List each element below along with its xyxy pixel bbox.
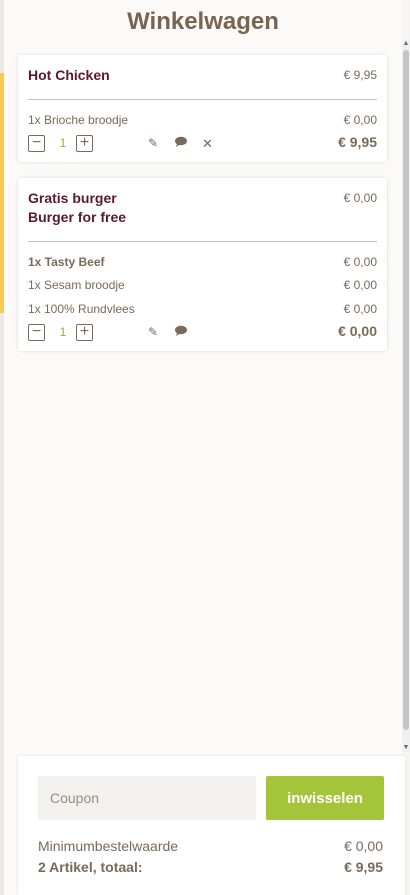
minimum-order-row: Minimumbestelwaarde € 0,00: [38, 838, 383, 854]
redeem-button[interactable]: inwisselen: [266, 776, 384, 820]
close-icon[interactable]: ✕: [202, 136, 213, 152]
decrease-button[interactable]: −: [28, 324, 45, 341]
quantity-value: 1: [59, 325, 67, 339]
item-option: 1x Brioche broodje € 0,00: [28, 113, 377, 127]
cart-item: Hot Chicken € 9,95 1x Brioche broodje € …: [18, 55, 387, 162]
total-label: 2 Artikel, totaal:: [38, 859, 143, 875]
item-controls: − 1 + ✎ ✕ € 9,95: [28, 134, 377, 153]
minimum-order-value: € 0,00: [344, 838, 383, 854]
item-option: 1x Sesam broodje € 0,00: [28, 278, 377, 292]
item-name: Gratis burger: [28, 190, 117, 206]
minimum-order-label: Minimumbestelwaarde: [38, 838, 179, 854]
option-price: € 0,00: [343, 113, 377, 127]
scrollbar[interactable]: ▲ ▼: [402, 40, 410, 752]
comment-icon[interactable]: [174, 325, 188, 340]
item-subname: Burger for free: [28, 209, 127, 225]
scroll-up-icon[interactable]: ▲: [402, 40, 410, 48]
coupon-input[interactable]: [38, 776, 256, 820]
item-total: € 9,95: [338, 134, 377, 150]
scroll-down-icon[interactable]: ▼: [402, 744, 410, 752]
total-value: € 9,95: [344, 859, 383, 875]
pencil-icon[interactable]: ✎: [148, 325, 158, 339]
quantity-value: 1: [59, 136, 67, 150]
option-label: 1x Tasty Beef: [28, 255, 105, 269]
item-option: 1x 100% Rundvlees € 0,00: [28, 302, 377, 316]
option-label: 1x Brioche broodje: [28, 113, 129, 127]
divider: [28, 99, 377, 100]
item-name: Hot Chicken: [28, 67, 110, 83]
decrease-button[interactable]: −: [28, 135, 45, 152]
option-price: € 0,00: [343, 278, 377, 292]
page-title: Winkelwagen: [127, 8, 279, 35]
item-price: € 9,95: [343, 68, 377, 82]
cart-footer: inwisselen Minimumbestelwaarde € 0,00 2 …: [18, 756, 405, 895]
increase-button[interactable]: +: [76, 135, 93, 152]
item-option: 1x Tasty Beef € 0,00: [28, 255, 377, 269]
scrollbar-thumb[interactable]: [403, 50, 409, 730]
item-price: € 0,00: [343, 191, 377, 205]
option-label: 1x Sesam broodje: [28, 278, 125, 292]
item-total: € 0,00: [338, 323, 377, 339]
cart-item: Gratis burger Burger for free € 0,00 1x …: [18, 178, 387, 351]
option-label: 1x 100% Rundvlees: [28, 302, 135, 316]
total-row: 2 Artikel, totaal: € 9,95: [38, 859, 383, 875]
option-price: € 0,00: [343, 302, 377, 316]
increase-button[interactable]: +: [76, 324, 93, 341]
item-controls: − 1 + ✎ € 0,00: [28, 323, 377, 342]
pencil-icon[interactable]: ✎: [148, 136, 158, 150]
divider: [28, 241, 377, 242]
comment-icon[interactable]: [174, 136, 188, 151]
option-price: € 0,00: [343, 255, 377, 269]
